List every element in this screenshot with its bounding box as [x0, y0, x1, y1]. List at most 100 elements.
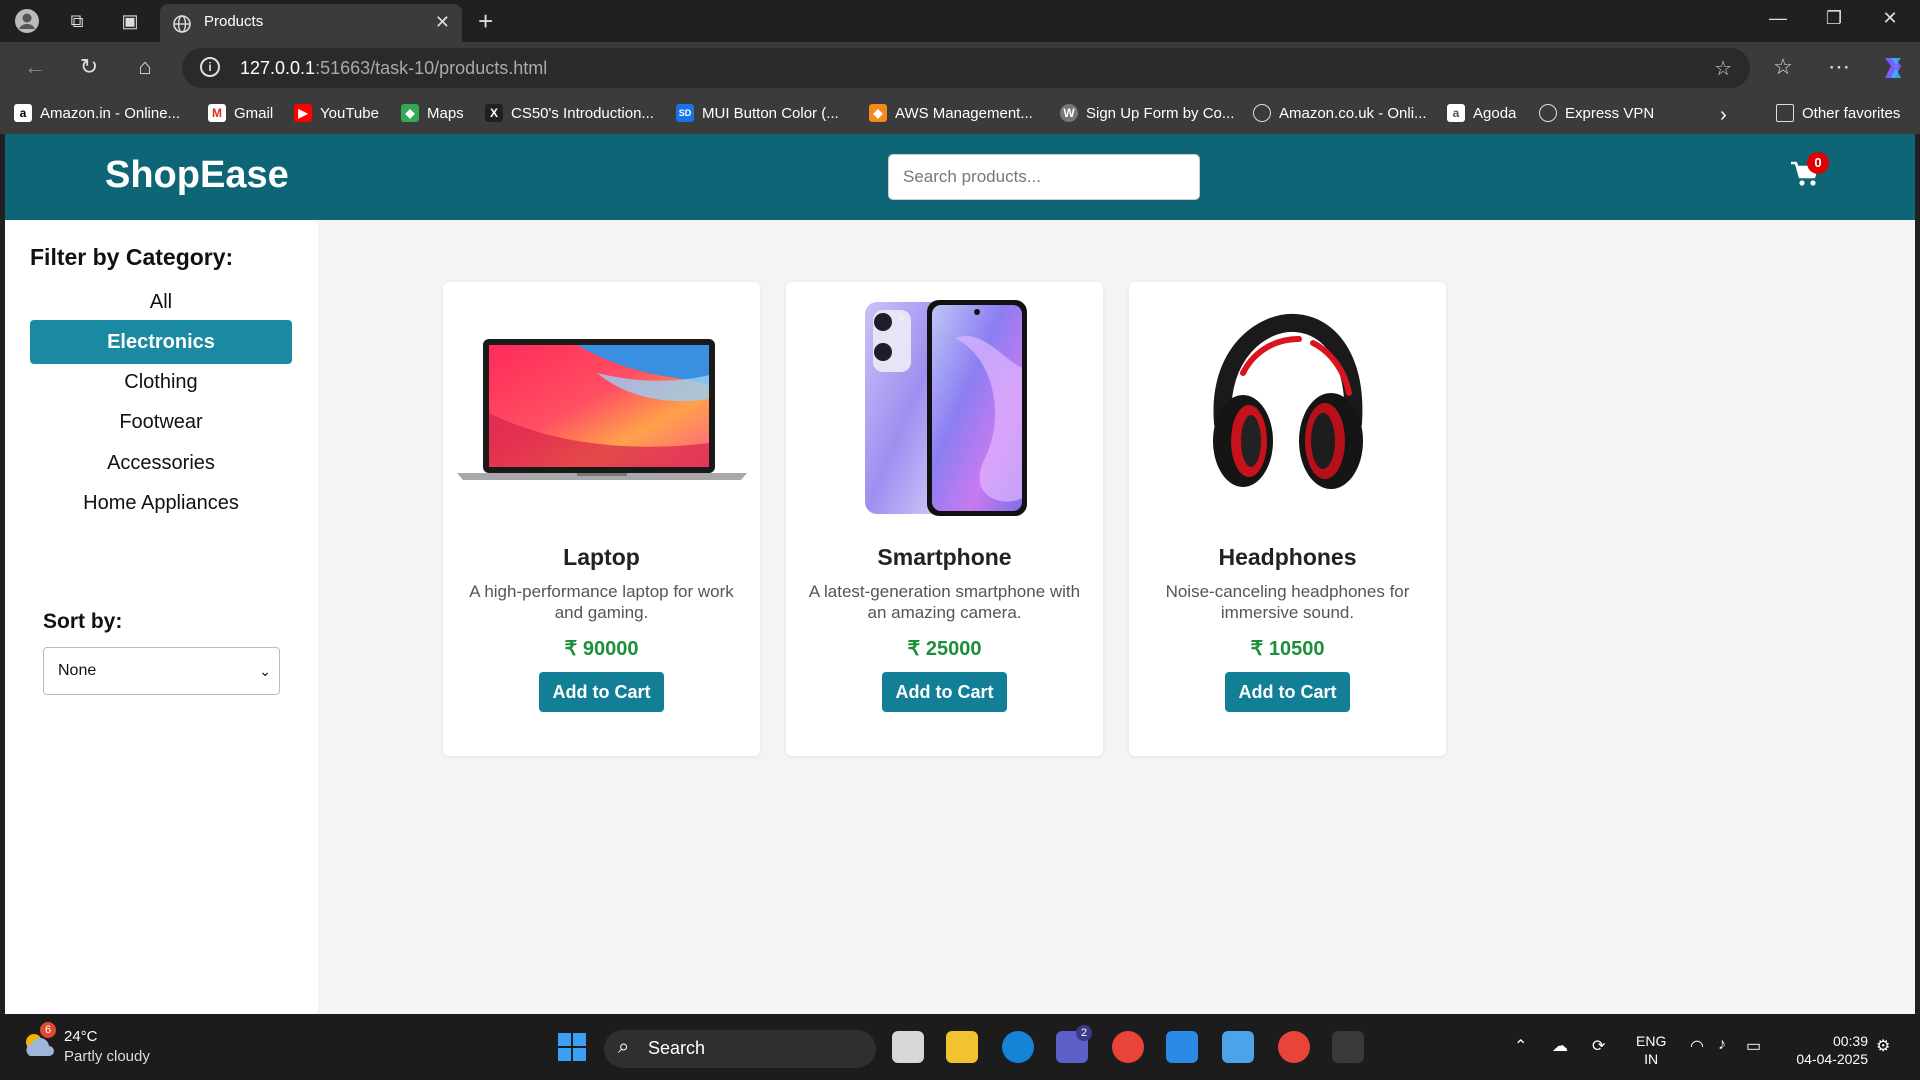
bookmark-amazon-in[interactable]: a Amazon.in - Online... — [14, 104, 180, 122]
weather-condition: Partly cloudy — [64, 1048, 150, 1065]
windows-taskbar: 6 24°C Partly cloudy ⌕ Search 2 ⌃ ☁ ⟳ EN… — [0, 1014, 1920, 1080]
weather-temp: 24°C — [64, 1028, 98, 1045]
browser-nav-bar: ← ↻ ⌂ i 127.0.0.1:51663/task-10/products… — [0, 42, 1920, 94]
product-price: ₹ 25000 — [907, 638, 982, 660]
copilot-icon[interactable] — [1878, 54, 1908, 88]
sort-selected-value: None — [58, 662, 97, 679]
category-accessories[interactable]: Accessories — [30, 441, 292, 485]
volume-icon[interactable]: ♪ — [1718, 1036, 1726, 1054]
filter-sidebar: Filter by Category: All Electronics Clot… — [5, 220, 318, 1014]
globe-icon — [1253, 104, 1271, 122]
show-hidden-icons-chevron-icon[interactable]: ⌃ — [1514, 1036, 1527, 1056]
wifi-icon[interactable]: ◠ — [1690, 1036, 1704, 1056]
new-tab-icon[interactable]: + — [478, 6, 493, 37]
tab-title: Products — [204, 13, 264, 30]
bookmarks-bar: a Amazon.in - Online... M Gmail ▶ YouTube ◆… — [0, 94, 1920, 134]
close-tab-icon[interactable]: ✕ — [435, 12, 450, 33]
chrome-profile-icon[interactable] — [1278, 1031, 1310, 1063]
terminal-icon[interactable] — [1332, 1031, 1364, 1063]
home-icon[interactable]: ⌂ — [130, 54, 160, 80]
amazon-icon: a — [14, 104, 32, 122]
headphones-image — [1139, 298, 1436, 518]
favorite-star-icon[interactable]: ☆ — [1714, 56, 1732, 81]
category-home-appliances[interactable]: Home Appliances — [30, 481, 292, 525]
product-name: Headphones — [1218, 544, 1357, 570]
bookmark-mui[interactable]: SD MUI Button Color (... — [676, 104, 839, 122]
more-options-icon[interactable]: ⋯ — [1824, 54, 1854, 80]
add-to-cart-button[interactable]: Add to Cart — [539, 672, 664, 712]
bookmark-cs50[interactable]: X CS50's Introduction... — [485, 104, 654, 122]
agoda-icon: a — [1447, 104, 1465, 122]
category-footwear[interactable]: Footwear — [30, 400, 292, 444]
category-clothing[interactable]: Clothing — [30, 360, 292, 404]
vscode-icon[interactable] — [1166, 1031, 1198, 1063]
file-explorer-icon[interactable] — [946, 1031, 978, 1063]
bookmark-maps[interactable]: ◆ Maps — [401, 104, 464, 122]
system-clock[interactable]: 00:39 04-04-2025 — [1782, 1032, 1868, 1068]
browser-tab-bar: ⧉ ▣ Products ✕ + — ❐ ✕ — [0, 0, 1920, 42]
onedrive-icon[interactable]: ☁ — [1552, 1036, 1568, 1056]
refresh-icon[interactable]: ↻ — [74, 54, 104, 80]
sd-icon: SD — [676, 104, 694, 122]
laptop-image — [453, 298, 750, 518]
language-code: ENG — [1636, 1033, 1667, 1049]
teams-icon[interactable]: 2 — [1056, 1025, 1092, 1063]
chrome-icon[interactable] — [1112, 1031, 1144, 1063]
product-card-laptop: Laptop A high-performance laptop for wor… — [443, 282, 760, 756]
bookmark-gmail[interactable]: M Gmail — [208, 104, 273, 122]
url-text[interactable]: 127.0.0.1:51663/task-10/products.html — [240, 58, 547, 79]
globe-icon — [172, 14, 192, 38]
vertical-tabs-icon[interactable]: ▣ — [117, 8, 143, 34]
category-electronics[interactable]: Electronics — [30, 320, 292, 364]
folder-icon — [1776, 104, 1794, 122]
product-description: A high-performance laptop for work and g… — [469, 582, 734, 622]
aws-icon: ◆ — [869, 104, 887, 122]
tab-products[interactable]: Products ✕ — [160, 4, 462, 42]
product-name: Laptop — [563, 544, 640, 570]
add-to-cart-button[interactable]: Add to Cart — [882, 672, 1007, 712]
bookmark-aws[interactable]: ◆ AWS Management... — [869, 104, 1033, 122]
favorites-icon[interactable]: ☆ — [1768, 54, 1798, 80]
battery-icon[interactable]: ▭ — [1746, 1036, 1761, 1056]
category-all[interactable]: All — [30, 280, 292, 324]
workspaces-icon[interactable]: ⧉ — [64, 8, 90, 34]
task-view-icon[interactable] — [892, 1031, 924, 1063]
product-name: Smartphone — [877, 544, 1012, 570]
filter-title: Filter by Category: — [30, 244, 234, 270]
minimize-icon[interactable]: — — [1758, 8, 1798, 29]
close-window-icon[interactable]: ✕ — [1870, 8, 1910, 29]
product-price: ₹ 10500 — [1250, 638, 1325, 660]
restore-icon[interactable]: ❐ — [1814, 8, 1854, 29]
more-bookmarks-chevron-icon[interactable]: › — [1720, 104, 1727, 127]
add-to-cart-button[interactable]: Add to Cart — [1225, 672, 1350, 712]
profile-icon[interactable] — [14, 8, 40, 34]
bookmark-agoda[interactable]: a Agoda — [1447, 104, 1516, 122]
chevron-down-icon: ⌄ — [259, 663, 271, 679]
language-indicator[interactable]: ENG IN — [1636, 1032, 1666, 1068]
taskbar-search-label: Search — [648, 1038, 706, 1058]
address-bar[interactable]: i 127.0.0.1:51663/task-10/products.html … — [182, 48, 1750, 88]
other-favorites[interactable]: Other favorites — [1776, 104, 1900, 122]
search-input[interactable] — [888, 154, 1200, 200]
site-info-icon[interactable]: i — [200, 57, 220, 77]
page-viewport: ShopEase 0 Filter by Category: All Elect… — [5, 134, 1915, 1014]
taskbar-search[interactable]: ⌕ Search — [604, 1030, 876, 1068]
edge-icon[interactable] — [1002, 1031, 1034, 1063]
globe-icon — [1539, 104, 1557, 122]
product-description: Noise-canceling headphones for immersive… — [1165, 582, 1410, 622]
bookmark-expressvpn[interactable]: Express VPN — [1539, 104, 1654, 122]
sort-select[interactable]: None ⌄ — [43, 647, 280, 695]
bookmark-youtube[interactable]: ▶ YouTube — [294, 104, 379, 122]
notepad-icon[interactable] — [1222, 1031, 1254, 1063]
bookmark-signup-form[interactable]: W Sign Up Form by Co... — [1060, 104, 1234, 122]
youtube-icon: ▶ — [294, 104, 312, 122]
clock-time: 00:39 — [1832, 1033, 1868, 1049]
bookmark-amazon-uk[interactable]: Amazon.co.uk - Onli... — [1253, 104, 1427, 122]
notifications-icon[interactable]: ⚙ — [1876, 1036, 1890, 1056]
wordpress-icon: W — [1060, 104, 1078, 122]
site-logo[interactable]: ShopEase — [105, 154, 289, 197]
windows-start-icon[interactable] — [556, 1031, 588, 1063]
back-icon[interactable]: ← — [20, 54, 50, 80]
search-icon: ⌕ — [618, 1036, 630, 1058]
sync-icon[interactable]: ⟳ — [1592, 1036, 1605, 1056]
